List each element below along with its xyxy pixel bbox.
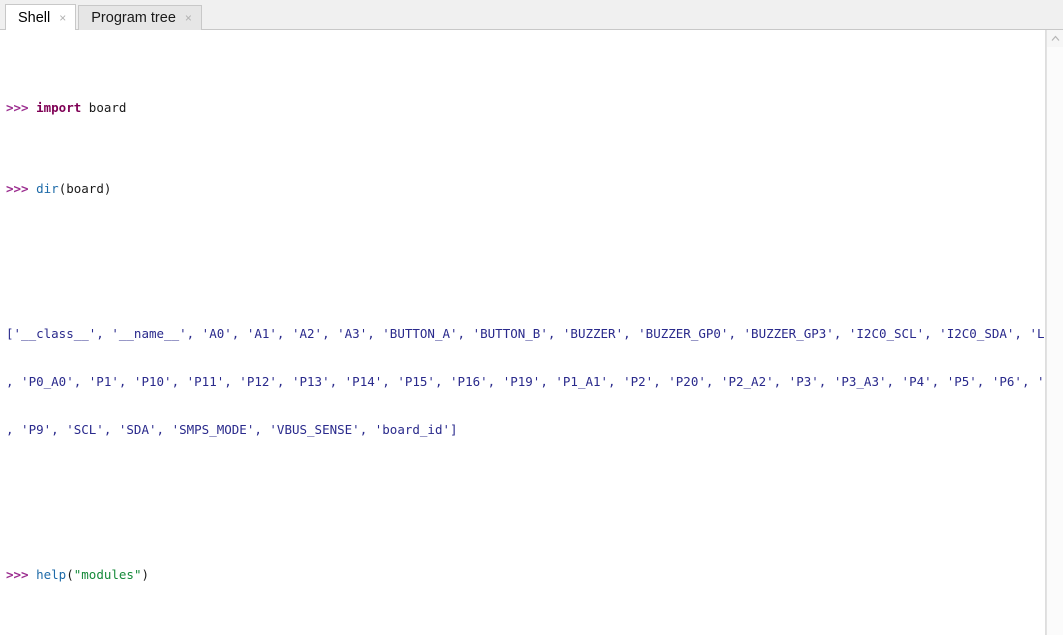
prompt-symbol: >>> (6, 567, 37, 583)
dir-output-line-3: , 'P9', 'SCL', 'SDA', 'SMPS_MODE', 'VBUS… (6, 422, 458, 438)
dir-argument: (board) (58, 180, 112, 196)
tab-shell[interactable]: Shell × (5, 4, 77, 30)
shell-line-help: >>> help("modules") (6, 567, 1045, 583)
tab-shell-label: Shell (18, 9, 51, 26)
dir-output-line-2: , 'P0_A0', 'P1', 'P10', 'P11', 'P12', 'P… (6, 373, 1046, 389)
tab-program-tree[interactable]: Program tree × (78, 5, 202, 30)
keyword-import: import (36, 100, 82, 116)
help-open-paren: ( (66, 567, 74, 583)
help-close-paren: ) (141, 567, 150, 583)
shell-line-import: >>> import board (6, 100, 1045, 116)
shell-panel: >>> import board >>> dir(board) ['__clas… (0, 30, 1063, 635)
chevron-up-icon (1051, 35, 1059, 41)
shell-console[interactable]: >>> import board >>> dir(board) ['__clas… (0, 30, 1046, 635)
scroll-up-button[interactable] (1047, 30, 1063, 47)
vertical-scrollbar[interactable] (1046, 30, 1063, 635)
tab-program-tree-close-icon[interactable]: × (185, 12, 192, 24)
help-string-argument: "modules" (73, 567, 142, 583)
function-help: help (36, 567, 67, 583)
tab-bar: Shell × Program tree × (0, 0, 1063, 30)
import-argument: board (81, 100, 127, 116)
scrollbar-track[interactable] (1047, 47, 1063, 635)
tab-program-tree-label: Program tree (91, 10, 176, 26)
prompt-symbol: >>> (6, 180, 37, 196)
dir-output-line-1: ['__class__', '__name__', 'A0', 'A1', 'A… (6, 325, 1046, 341)
tab-shell-close-icon[interactable]: × (59, 12, 66, 24)
shell-line-dir: >>> dir(board) (6, 181, 1045, 197)
function-dir: dir (36, 180, 59, 196)
prompt-symbol: >>> (6, 100, 37, 116)
